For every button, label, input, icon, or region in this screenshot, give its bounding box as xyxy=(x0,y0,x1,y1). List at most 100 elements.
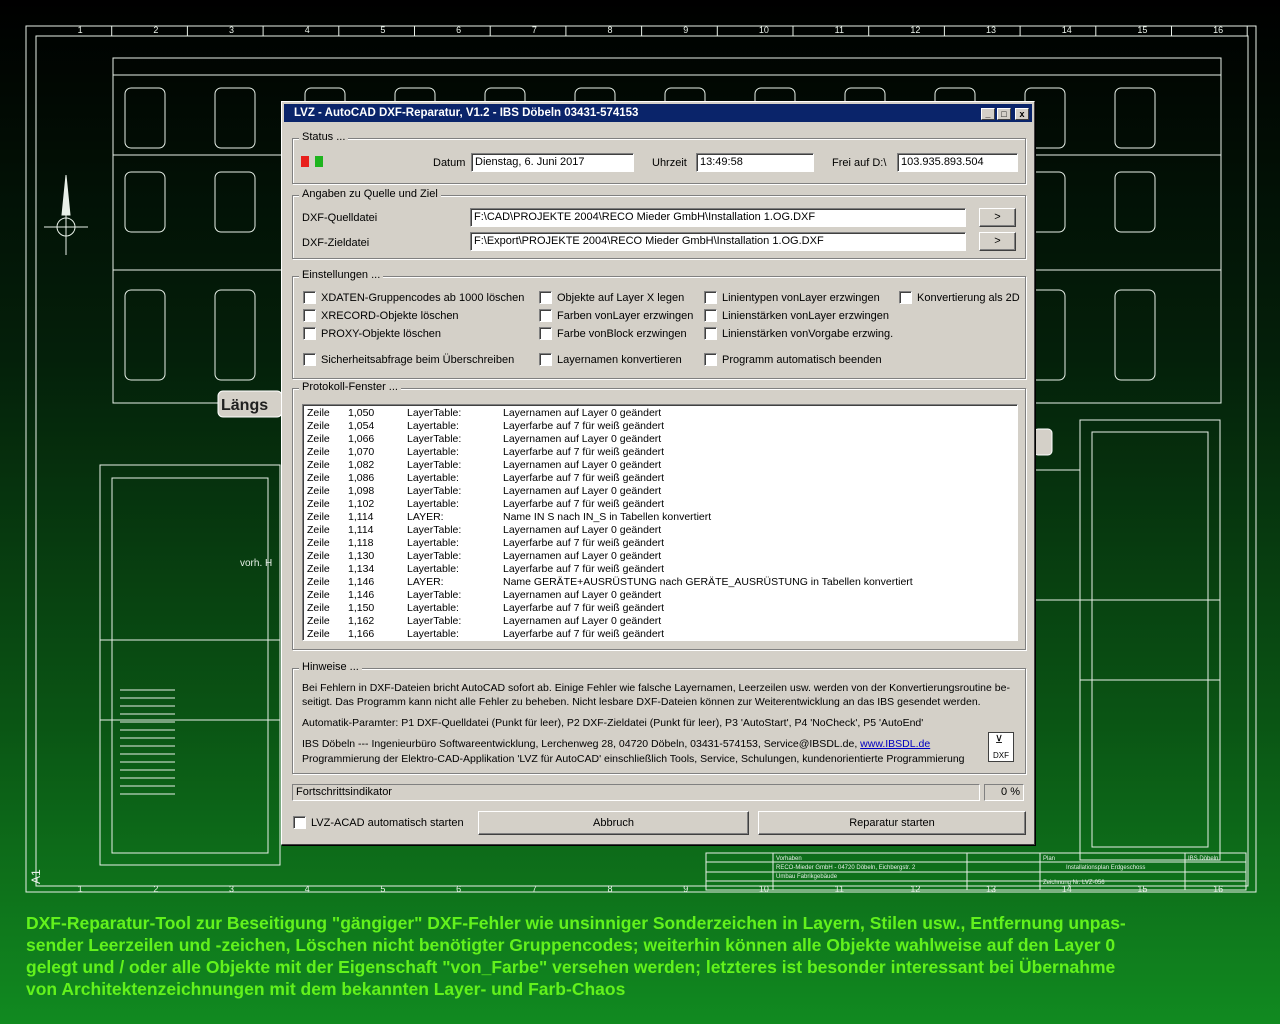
checkbox-box[interactable] xyxy=(303,353,316,366)
log-line-number: 1,054 xyxy=(348,420,375,432)
option-linienstaerken-vorgabe-checkbox[interactable]: Linienstärken vonVorgabe erzwing. xyxy=(704,327,893,340)
option-linientypen-checkbox[interactable]: Linientypen vonLayer erzwingen xyxy=(704,291,880,304)
log-line-number: 1,146 xyxy=(348,589,375,601)
log-table: LayerTable: xyxy=(407,550,462,562)
log-message: Layerfarbe auf 7 für weiß geändert xyxy=(503,628,665,640)
border-number: 10 xyxy=(759,884,769,894)
close-button[interactable]: x xyxy=(1015,108,1029,120)
progress-bar: Fortschrittsindikator xyxy=(292,784,980,801)
source-file-field[interactable]: F:\CAD\PROJEKTE 2004\RECO Mieder GmbH\In… xyxy=(470,208,966,227)
option-layernamen-checkbox[interactable]: Layernamen konvertieren xyxy=(539,353,682,366)
caption-line: sender Leerzeilen und -zeichen, Löschen … xyxy=(26,935,1116,955)
log-table: Layertable: xyxy=(407,537,459,549)
hint-params: Automatik-Paramter: P1 DXF-Quelldatei (P… xyxy=(302,717,924,729)
option-label: Sicherheitsabfrage beim Überschreiben xyxy=(321,354,515,366)
log-message: Layernamen auf Layer 0 geändert xyxy=(503,459,662,471)
border-number: 11 xyxy=(835,25,844,35)
log-table: LayerTable: xyxy=(407,407,462,419)
checkbox-box[interactable] xyxy=(899,291,912,304)
hint-company: IBS Döbeln --- Ingenieurbüro Softwareent… xyxy=(302,738,930,750)
checkbox-box[interactable] xyxy=(539,327,552,340)
checkbox-box[interactable] xyxy=(303,291,316,304)
option-layer-x-checkbox[interactable]: Objekte auf Layer X legen xyxy=(539,291,684,304)
facade-window xyxy=(124,289,166,381)
log-keyword: Zeile xyxy=(307,472,330,484)
maximize-button[interactable]: □ xyxy=(997,108,1011,120)
checkbox-box[interactable] xyxy=(704,353,717,366)
option-label: Linientypen vonLayer erzwingen xyxy=(722,292,880,304)
log-keyword: Zeile xyxy=(307,563,330,575)
option-2d-checkbox[interactable]: Konvertierung als 2D xyxy=(899,291,1020,304)
option-sicherheit-checkbox[interactable]: Sicherheitsabfrage beim Überschreiben xyxy=(303,353,514,366)
border-number: 5 xyxy=(380,884,385,894)
log-line-number: 1,166 xyxy=(348,628,375,640)
cancel-button[interactable]: Abbruch xyxy=(478,811,749,835)
autostart-checkbox[interactable]: LVZ-ACAD automatisch starten xyxy=(293,816,464,829)
title-block-ibs: IBS Döbeln xyxy=(1188,856,1218,862)
datum-field[interactable]: Dienstag, 6. Juni 2017 xyxy=(471,153,634,172)
option-proxy-checkbox[interactable]: PROXY-Objekte löschen xyxy=(303,327,441,340)
option-linienstaerken-layer-checkbox[interactable]: Linienstärken vonLayer erzwingen xyxy=(704,309,889,322)
border-number: 6 xyxy=(456,25,461,35)
log-table: LayerTable: xyxy=(407,485,462,497)
facade-window xyxy=(214,289,256,381)
checkbox-box[interactable] xyxy=(303,309,316,322)
log-line-number: 1,134 xyxy=(348,563,375,575)
option-label: Programm automatisch beenden xyxy=(722,354,882,366)
checkbox-box[interactable] xyxy=(303,327,316,340)
option-farbe-vonblock-checkbox[interactable]: Farbe vonBlock erzwingen xyxy=(539,327,687,340)
option-xdaten-checkbox[interactable]: XDATEN-Gruppencodes ab 1000 löschen xyxy=(303,291,524,304)
start-repair-button[interactable]: Reparatur starten xyxy=(758,811,1026,835)
status-indicator-red xyxy=(301,156,309,167)
title-block-plan: Installationsplan Erdgeschoss xyxy=(1066,865,1145,871)
hint-text: seitigt. Das Programm kann nicht alle Fe… xyxy=(302,696,981,708)
window-title: LVZ - AutoCAD DXF-Reparatur, V1.2 - IBS … xyxy=(294,107,639,119)
option-label: Linienstärken vonLayer erzwingen xyxy=(722,310,889,322)
log-list[interactable]: Zeile 1,050 LayerTable: Layernamen auf Laye… xyxy=(302,404,1018,641)
checkbox-box[interactable] xyxy=(539,353,552,366)
log-table: LayerTable: xyxy=(407,433,462,445)
website-link[interactable]: www.IBSDL.de xyxy=(860,738,930,750)
hints-group-title: Hinweise ... xyxy=(299,661,362,673)
checkbox-box[interactable] xyxy=(539,309,552,322)
border-number: 14 xyxy=(1062,25,1072,35)
checkbox-box[interactable] xyxy=(704,291,717,304)
target-browse-button[interactable]: > xyxy=(979,232,1016,251)
log-table: LayerTable: xyxy=(407,615,462,627)
minimize-button[interactable]: _ xyxy=(981,108,995,120)
log-table: LayerTable: xyxy=(407,524,462,536)
log-message: Layerfarbe auf 7 für weiß geändert xyxy=(503,498,665,510)
option-label: XRECORD-Objekte löschen xyxy=(321,310,459,322)
border-number: 9 xyxy=(683,884,688,894)
title-bar[interactable]: LVZ - AutoCAD DXF-Reparatur, V1.2 - IBS … xyxy=(284,104,1032,122)
log-group-title: Protokoll-Fenster ... xyxy=(299,381,401,393)
autostart-label: LVZ-ACAD automatisch starten xyxy=(311,817,464,829)
border-number: 16 xyxy=(1213,25,1223,35)
log-message: Layernamen auf Layer 0 geändert xyxy=(503,589,662,601)
border-number: 8 xyxy=(608,25,613,35)
checkbox-box[interactable] xyxy=(704,309,717,322)
source-browse-button[interactable]: > xyxy=(979,208,1016,227)
log-message: Layernamen auf Layer 0 geändert xyxy=(503,485,662,497)
log-keyword: Zeile xyxy=(307,420,330,432)
checkbox-box[interactable] xyxy=(293,816,306,829)
frei-field[interactable]: 103.935.893.504 xyxy=(897,153,1018,172)
border-number: 5 xyxy=(380,25,385,35)
description-caption: DXF-Reparatur-Tool zur Beseitigung "gäng… xyxy=(26,912,1266,1000)
checkbox-box[interactable] xyxy=(704,327,717,340)
uhrzeit-field[interactable]: 13:49:58 xyxy=(696,153,814,172)
log-line-number: 1,130 xyxy=(348,550,375,562)
log-keyword: Zeile xyxy=(307,498,330,510)
log-keyword: Zeile xyxy=(307,576,330,588)
target-file-field[interactable]: F:\Export\PROJEKTE 2004\RECO Mieder GmbH… xyxy=(470,232,966,251)
option-auto-end-checkbox[interactable]: Programm automatisch beenden xyxy=(704,353,882,366)
border-number: 4 xyxy=(305,25,310,35)
log-message: Layerfarbe auf 7 für weiß geändert xyxy=(503,446,665,458)
option-farben-vonlayer-checkbox[interactable]: Farben vonLayer erzwingen xyxy=(539,309,693,322)
border-number: 9 xyxy=(683,25,688,35)
log-keyword: Zeile xyxy=(307,407,330,419)
option-xrecord-checkbox[interactable]: XRECORD-Objekte löschen xyxy=(303,309,459,322)
log-message: Layernamen auf Layer 0 geändert xyxy=(503,407,662,419)
log-line-number: 1,146 xyxy=(348,576,375,588)
checkbox-box[interactable] xyxy=(539,291,552,304)
